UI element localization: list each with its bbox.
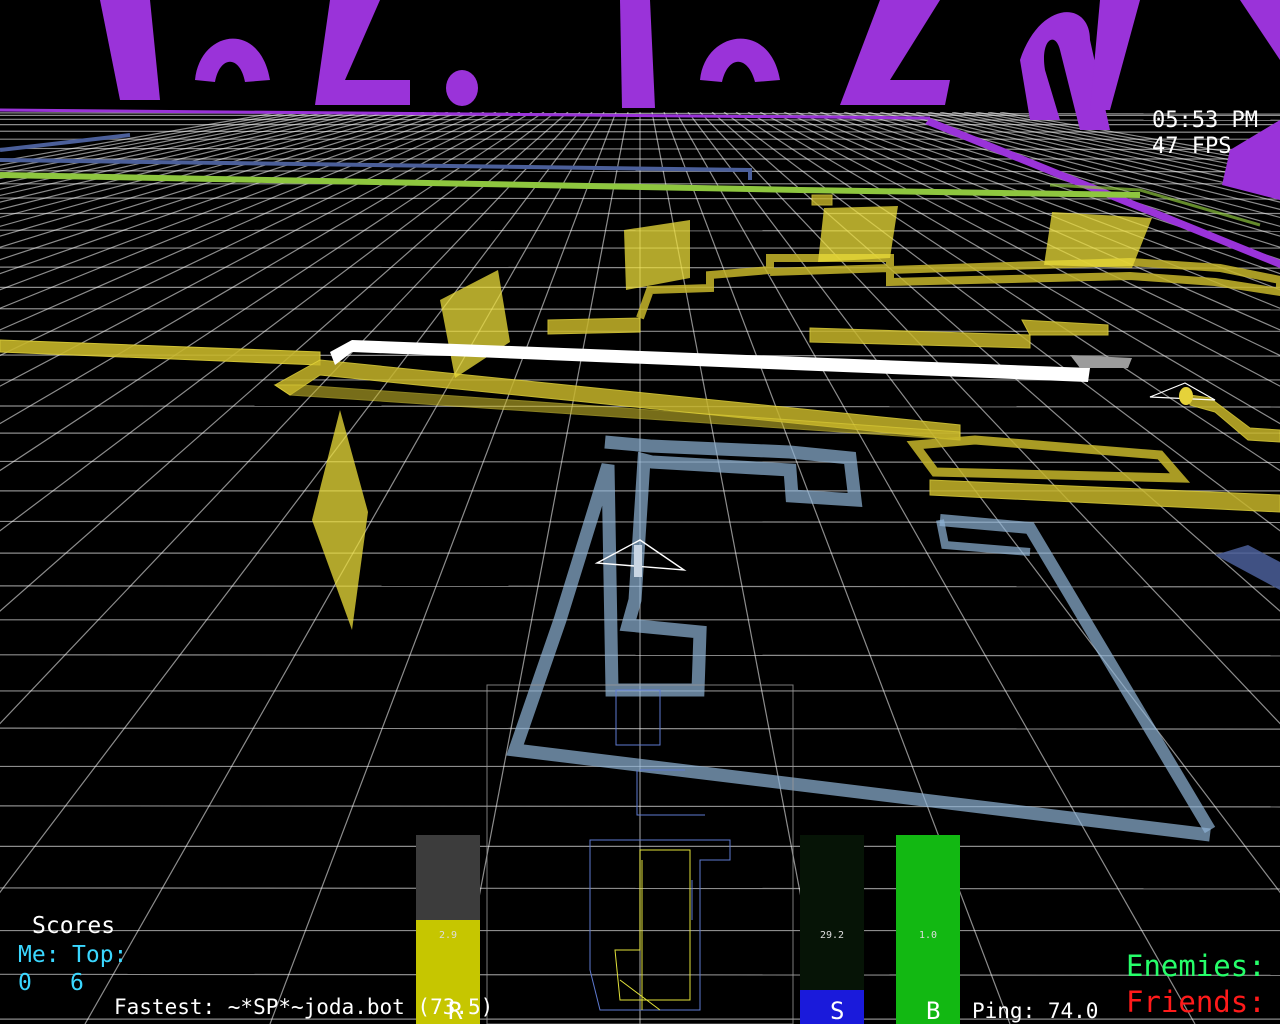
scores-title: Scores	[32, 913, 116, 939]
grid-line	[0, 111, 569, 612]
grid-line	[0, 111, 317, 175]
score-me-value: 0	[18, 970, 32, 996]
rubber-value: 2.9	[438, 930, 458, 941]
grid-line	[0, 111, 377, 203]
grid-line	[0, 111, 281, 162]
ping-readout: Ping: 74.0	[972, 999, 1099, 1023]
grid-line	[454, 111, 629, 1024]
speed-gauge: 29.2 S	[800, 835, 864, 1024]
game-viewport: 2.9 R 29.2 S 1.0 B 05:53 PM 47 FPS Score…	[0, 0, 1280, 1024]
grid-line	[0, 111, 305, 170]
fastest-player: Fastest: ~*SP*~joda.bot (73.5)	[114, 995, 494, 1019]
speed-label: S	[830, 997, 845, 1024]
grid-line	[0, 111, 593, 894]
grid-line	[0, 111, 341, 185]
fps-counter: 47 FPS	[1152, 134, 1232, 159]
score-top-value: 6	[70, 970, 84, 996]
scores-me-label: Me:	[18, 942, 60, 968]
grid-line	[699, 111, 1280, 725]
grid-line	[0, 111, 365, 197]
brake-label: B	[926, 997, 941, 1024]
enemies-count: Enemies: 1	[1126, 949, 1280, 983]
grid-line	[687, 111, 1280, 894]
grid-line	[0, 111, 437, 248]
speed-value: 29.2	[819, 930, 845, 941]
grid-line	[0, 111, 461, 275]
clock-readout: 05:53 PM	[1152, 108, 1258, 133]
arena-3d-view	[0, 0, 1280, 1024]
brake-gauge: 1.0 B	[896, 835, 960, 1024]
scores-top-label: Top:	[72, 942, 128, 968]
grid-line	[0, 111, 581, 725]
grid-line	[711, 111, 1280, 612]
brake-value: 1.0	[918, 930, 938, 941]
friends-count: Friends: 0	[1126, 985, 1280, 1019]
grid-line	[0, 111, 449, 261]
